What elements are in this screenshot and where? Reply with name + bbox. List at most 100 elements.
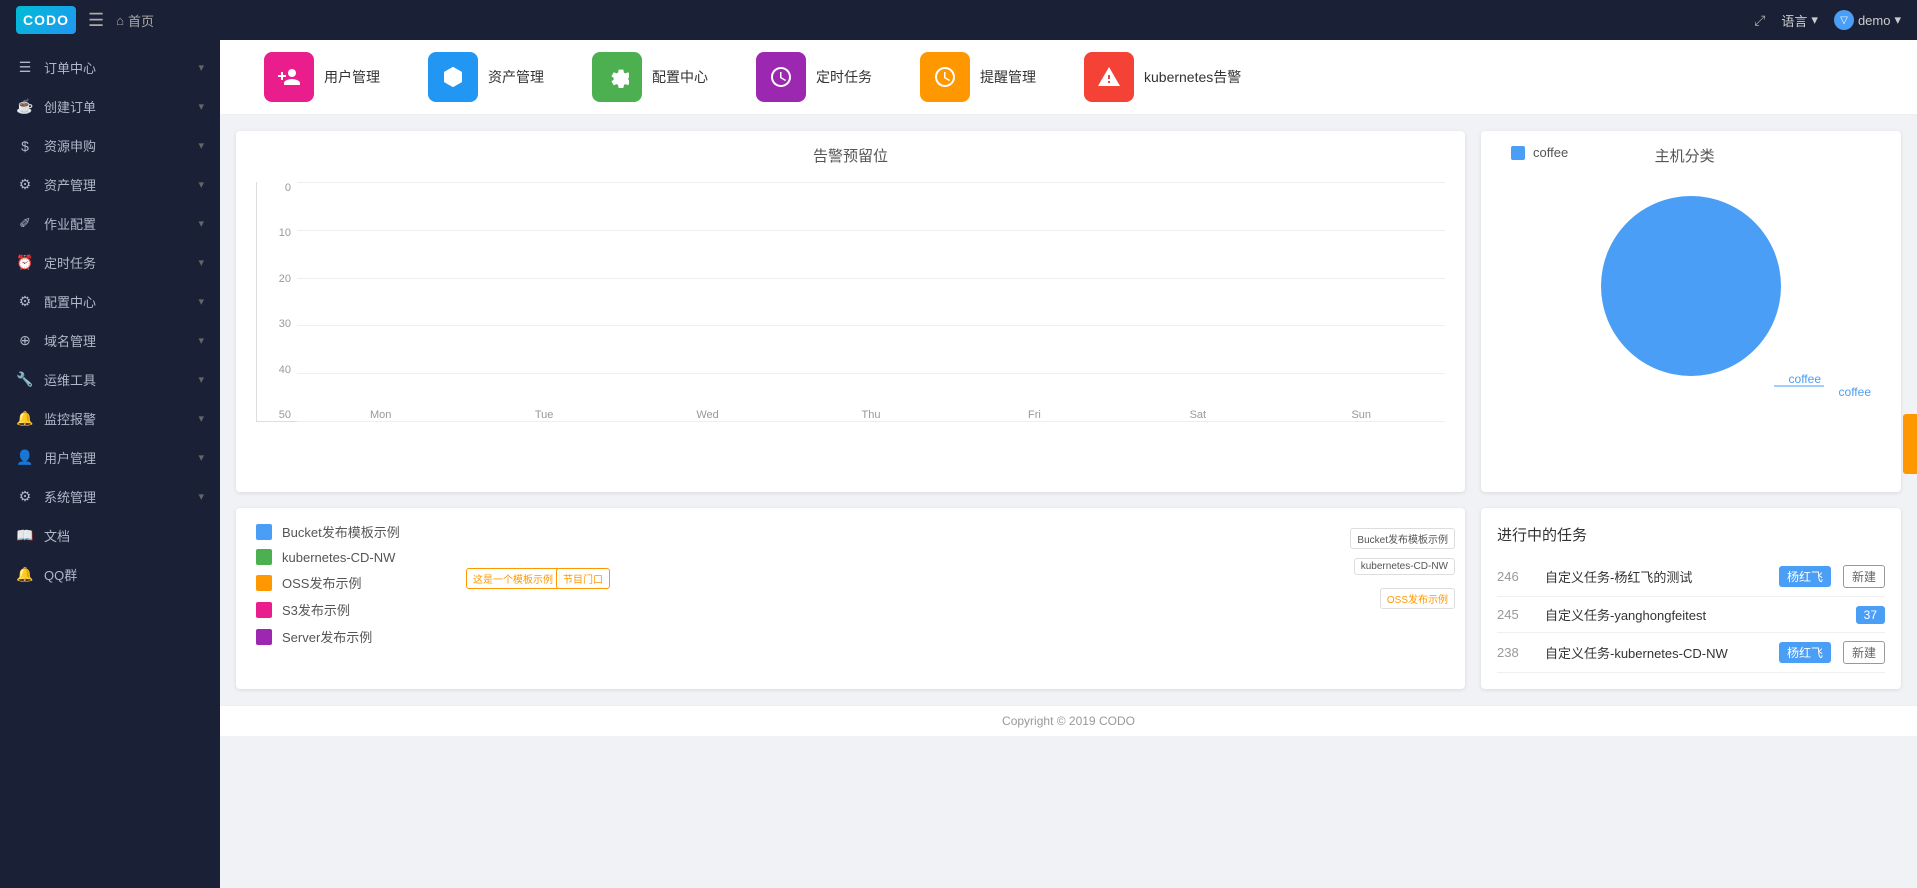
chevron-icon: ▾ bbox=[198, 61, 204, 74]
task-id-238: 238 bbox=[1497, 645, 1533, 660]
user-mgmt-nav-label: 用户管理 bbox=[324, 67, 380, 87]
sidebar-item-config-center[interactable]: ⚙ 配置中心 ▾ bbox=[0, 282, 220, 321]
sidebar-item-label: 订单中心 bbox=[44, 58, 96, 77]
sidebar-item-system-mgmt[interactable]: ⚙ 系统管理 ▾ bbox=[0, 477, 220, 516]
pie-svg: coffee bbox=[1581, 176, 1801, 396]
user-mgmt-nav-icon bbox=[264, 52, 314, 102]
bottom-grid: Bucket发布模板示例 kubernetes-CD-NW OSS发布示例 bbox=[220, 508, 1917, 705]
legend-k8s-dot bbox=[256, 549, 272, 565]
bar-sun-label: Sun bbox=[1351, 409, 1371, 421]
quick-nav-alert-mgmt[interactable]: 提醒管理 bbox=[896, 52, 1060, 102]
config-center-nav-label: 配置中心 bbox=[652, 67, 708, 87]
lang-label: 语言 bbox=[1781, 11, 1807, 30]
logo: CODO bbox=[16, 6, 76, 34]
chevron-icon: ▾ bbox=[198, 295, 204, 308]
sidebar: ☰ 订单中心 ▾ ☕ 创建订单 ▾ $ 资源申购 ▾ ⚙ 资产管理 ▾ bbox=[0, 40, 220, 888]
quick-nav-config-center[interactable]: 配置中心 bbox=[568, 52, 732, 102]
sidebar-item-order-center[interactable]: ☰ 订单中心 ▾ bbox=[0, 48, 220, 87]
bar-chart-title: 告警预留位 bbox=[236, 131, 1465, 172]
sidebar-item-ops-tools[interactable]: 🔧 运维工具 ▾ bbox=[0, 360, 220, 399]
bar-wed-label: Wed bbox=[696, 409, 718, 421]
quick-nav-user-mgmt[interactable]: 用户管理 bbox=[240, 52, 404, 102]
ops-tools-icon: 🔧 bbox=[16, 371, 34, 388]
quick-nav-scheduled-task[interactable]: 定时任务 bbox=[732, 52, 896, 102]
task-status-246[interactable]: 新建 bbox=[1843, 565, 1885, 588]
bar-tue-label: Tue bbox=[535, 409, 554, 421]
user-mgmt-icon: 👤 bbox=[16, 449, 34, 466]
y-label-20: 20 bbox=[257, 273, 297, 285]
sidebar-item-resource-purchase[interactable]: $ 资源申购 ▾ bbox=[0, 126, 220, 165]
y-label-30: 30 bbox=[257, 318, 297, 330]
content-area: 用户管理 资产管理 配置中心 定时任务 bbox=[220, 40, 1917, 888]
menu-toggle-icon[interactable]: ☰ bbox=[88, 10, 104, 31]
topbar-left: CODO ☰ ⌂ 首页 bbox=[16, 6, 154, 34]
pie-chart-title: 主机分类 bbox=[1655, 145, 1715, 166]
bar-fri: Fri bbox=[961, 403, 1108, 421]
breadcrumb-text: 首页 bbox=[128, 11, 154, 30]
bar-sat-label: Sat bbox=[1190, 409, 1207, 421]
sidebar-item-asset-mgmt[interactable]: ⚙ 资产管理 ▾ bbox=[0, 165, 220, 204]
legend-item-bucket: Bucket发布模板示例 bbox=[256, 522, 416, 541]
legend-server-dot bbox=[256, 629, 272, 645]
monitor-alert-icon: 🔔 bbox=[16, 410, 34, 427]
task-status-238[interactable]: 新建 bbox=[1843, 641, 1885, 664]
task-tag-238[interactable]: 杨红飞 bbox=[1779, 642, 1831, 663]
scheduled-task-icon: ⏰ bbox=[16, 254, 34, 271]
sidebar-item-monitor-alert[interactable]: 🔔 监控报警 ▾ bbox=[0, 399, 220, 438]
quick-nav: 用户管理 资产管理 配置中心 定时任务 bbox=[220, 40, 1917, 115]
flow-chart: 这是一个模板示例 节目门口 Bucket发布模板示例 kubernetes-CD… bbox=[436, 508, 1465, 668]
task-name-246: 自定义任务-杨红飞的测试 bbox=[1545, 567, 1767, 586]
legend-item-oss: OSS发布示例 bbox=[256, 573, 416, 592]
chevron-icon: ▾ bbox=[198, 373, 204, 386]
bar-chart-container: 50 40 30 20 10 0 bbox=[236, 172, 1465, 492]
user-menu[interactable]: ▽ demo ▾ bbox=[1834, 10, 1901, 30]
footer-text: Copyright © 2019 CODO bbox=[1002, 714, 1135, 728]
legend-flow-card: Bucket发布模板示例 kubernetes-CD-NW OSS发布示例 bbox=[236, 508, 1465, 689]
legend-item-server: Server发布示例 bbox=[256, 627, 416, 646]
pie-chart-card: coffee 主机分类 coffee bbox=[1481, 131, 1901, 492]
legend-s3-label: S3发布示例 bbox=[282, 600, 350, 619]
bar-chart-card: 告警预留位 50 40 30 20 10 0 bbox=[236, 131, 1465, 492]
chevron-icon: ▾ bbox=[198, 217, 204, 230]
config-center-nav-icon bbox=[592, 52, 642, 102]
dashboard: 告警预留位 50 40 30 20 10 0 bbox=[220, 115, 1917, 508]
asset-mgmt-icon: ⚙ bbox=[16, 176, 34, 193]
legend-oss-label: OSS发布示例 bbox=[282, 573, 361, 592]
sidebar-item-scheduled-task[interactable]: ⏰ 定时任务 ▾ bbox=[0, 243, 220, 282]
right-edge-tab[interactable] bbox=[1903, 414, 1917, 474]
sidebar-item-label: 系统管理 bbox=[44, 487, 96, 506]
language-selector[interactable]: 语言 ▾ bbox=[1781, 11, 1818, 30]
sidebar-item-user-mgmt[interactable]: 👤 用户管理 ▾ bbox=[0, 438, 220, 477]
bar-thu-label: Thu bbox=[861, 409, 880, 421]
bar-wed: Wed bbox=[634, 403, 781, 421]
chevron-icon: ▾ bbox=[198, 412, 204, 425]
bar-mon: Mon bbox=[307, 403, 454, 421]
task-row-245: 245 自定义任务-yanghongfeitest 37 bbox=[1497, 597, 1885, 633]
footer: Copyright © 2019 CODO bbox=[220, 705, 1917, 736]
quick-nav-asset-mgmt[interactable]: 资产管理 bbox=[404, 52, 568, 102]
legend-item-k8s: kubernetes-CD-NW bbox=[256, 549, 416, 565]
sidebar-item-label: 监控报警 bbox=[44, 409, 96, 428]
sidebar-item-qq-group[interactable]: 🔔 QQ群 bbox=[0, 555, 220, 594]
sidebar-item-label: 资产管理 bbox=[44, 175, 96, 194]
task-id-245: 245 bbox=[1497, 607, 1533, 622]
pie-chart-area: coffee coffee bbox=[1481, 166, 1901, 421]
order-center-icon: ☰ bbox=[16, 59, 34, 76]
docs-icon: 📖 bbox=[16, 527, 34, 544]
sidebar-item-job-config[interactable]: ✐ 作业配置 ▾ bbox=[0, 204, 220, 243]
user-avatar-icon: ▽ bbox=[1834, 10, 1854, 30]
task-tag-246[interactable]: 杨红飞 bbox=[1779, 566, 1831, 587]
y-label-40: 40 bbox=[257, 364, 297, 376]
legend-k8s-label: kubernetes-CD-NW bbox=[282, 550, 395, 565]
task-row-246: 246 自定义任务-杨红飞的测试 杨红飞 新建 bbox=[1497, 557, 1885, 597]
sidebar-item-create-order[interactable]: ☕ 创建订单 ▾ bbox=[0, 87, 220, 126]
sidebar-item-domain-mgmt[interactable]: ⊕ 域名管理 ▾ bbox=[0, 321, 220, 360]
sidebar-item-label: 用户管理 bbox=[44, 448, 96, 467]
expand-icon[interactable]: ⤢ bbox=[1754, 12, 1765, 29]
task-tag-245[interactable]: 37 bbox=[1856, 606, 1885, 624]
bar-fri-label: Fri bbox=[1028, 409, 1041, 421]
bar-sun: Sun bbox=[1288, 403, 1435, 421]
quick-nav-k8s-alert[interactable]: kubernetes告警 bbox=[1060, 52, 1265, 102]
sidebar-item-docs[interactable]: 📖 文档 bbox=[0, 516, 220, 555]
sidebar-item-label: 文档 bbox=[44, 526, 70, 545]
